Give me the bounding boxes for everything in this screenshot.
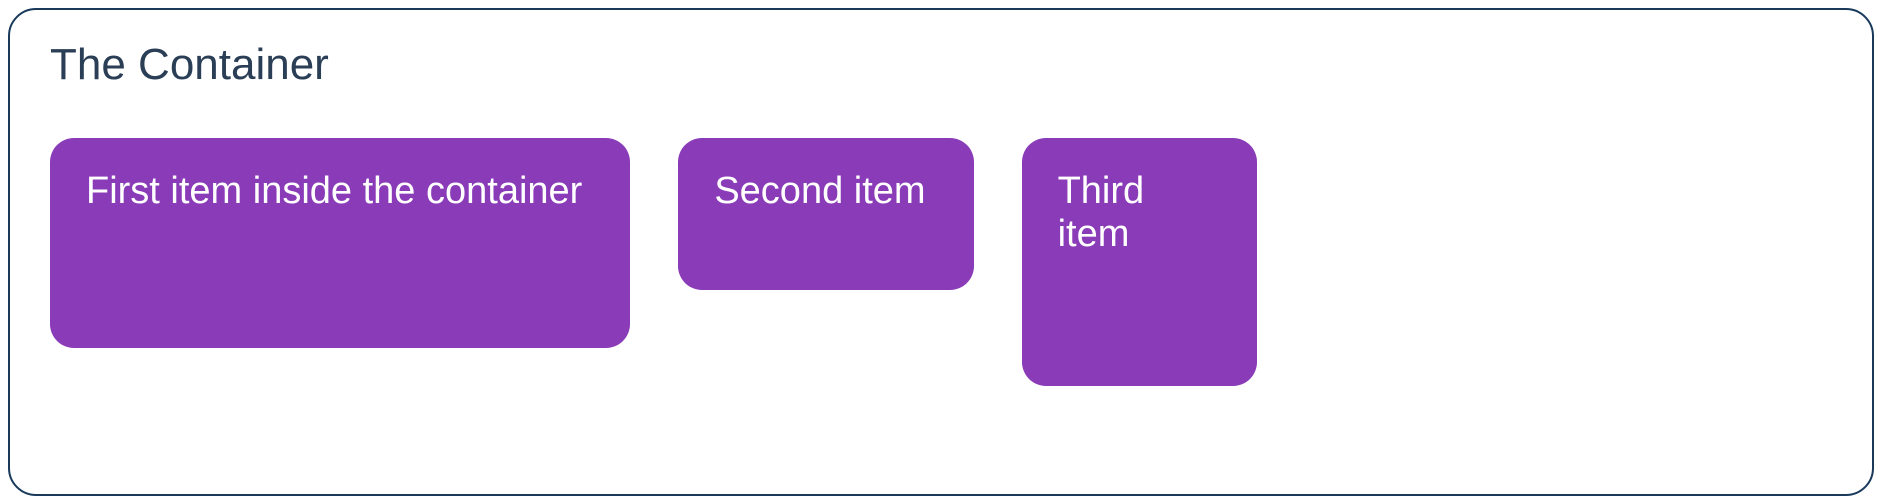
container-item-1: First item inside the container [50, 138, 630, 348]
item-label: Third item [1058, 170, 1145, 255]
items-row: First item inside the container Second i… [50, 138, 1832, 386]
container: The Container First item inside the cont… [8, 8, 1874, 496]
item-label: Second item [714, 170, 925, 212]
container-title: The Container [50, 40, 1832, 90]
container-item-3: Third item [1022, 138, 1257, 386]
item-label: First item inside the container [86, 170, 582, 212]
container-item-2: Second item [678, 138, 973, 290]
